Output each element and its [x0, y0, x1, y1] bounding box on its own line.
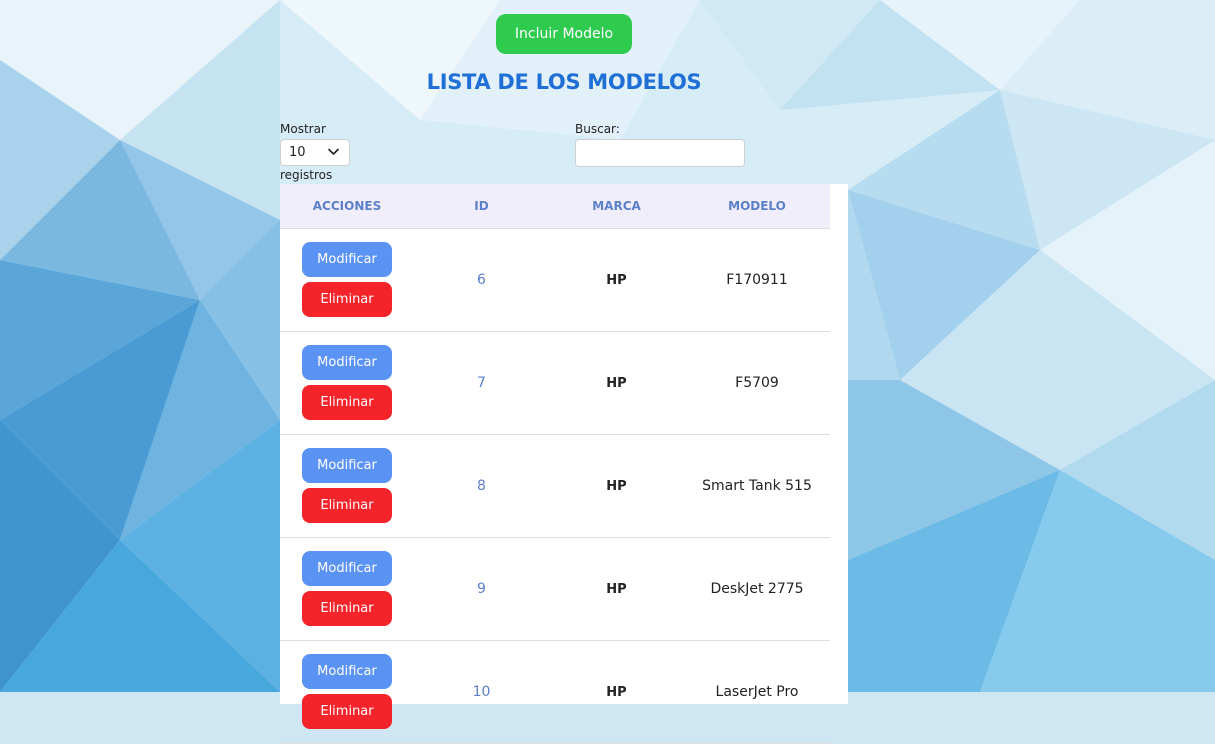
modify-button[interactable]: Modificar	[302, 448, 392, 483]
modify-button[interactable]: Modificar	[302, 345, 392, 380]
modify-button[interactable]: Modificar	[302, 654, 392, 689]
table-body: Modificar Eliminar 6 HP F170911 Modifica…	[280, 229, 830, 744]
delete-button[interactable]: Eliminar	[302, 694, 392, 729]
table-row: Modificar Eliminar 8 HP Smart Tank 515	[280, 435, 830, 538]
delete-button[interactable]: Eliminar	[302, 488, 392, 523]
column-header-id[interactable]: ID	[414, 184, 549, 229]
models-table: ACCIONES ID MARCA MODELO Modificar Elimi…	[280, 184, 848, 744]
entries-per-page-value: 10	[289, 145, 306, 160]
cell-id: 7	[477, 375, 486, 391]
table-row: Modificar Eliminar 10 HP LaserJet Pro	[280, 641, 830, 744]
table-header: ACCIONES ID MARCA MODELO	[280, 184, 830, 229]
show-entries-suffix: registros	[280, 168, 333, 182]
delete-button[interactable]: Eliminar	[302, 591, 392, 626]
show-entries-label: Mostrar	[280, 122, 326, 136]
cell-marca: HP	[606, 375, 627, 391]
column-header-acciones[interactable]: ACCIONES	[280, 184, 414, 229]
modify-button[interactable]: Modificar	[302, 551, 392, 586]
cell-modelo: F5709	[735, 375, 779, 391]
cell-modelo: DeskJet 2775	[710, 581, 804, 597]
search-input[interactable]	[575, 139, 745, 167]
table-row: Modificar Eliminar 9 HP DeskJet 2775	[280, 538, 830, 641]
add-model-button[interactable]: Incluir Modelo	[496, 14, 632, 54]
table-row: Modificar Eliminar 7 HP F5709	[280, 332, 830, 435]
cell-modelo: Smart Tank 515	[702, 478, 812, 494]
cell-id: 9	[477, 581, 486, 597]
cell-id: 8	[477, 478, 486, 494]
modify-button[interactable]: Modificar	[302, 242, 392, 277]
cell-modelo: LaserJet Pro	[715, 684, 799, 700]
entries-per-page-select[interactable]: 10	[280, 139, 350, 166]
cell-marca: HP	[606, 478, 627, 494]
search-label: Buscar:	[575, 122, 620, 136]
column-header-modelo[interactable]: MODELO	[684, 184, 830, 229]
main-content: Incluir Modelo LISTA DE LOS MODELOS Most…	[0, 0, 1215, 744]
chevron-down-icon	[328, 148, 339, 155]
cell-marca: HP	[606, 272, 627, 288]
column-header-marca[interactable]: MARCA	[549, 184, 684, 229]
cell-id: 6	[477, 272, 486, 288]
cell-modelo: F170911	[726, 272, 788, 288]
cell-marca: HP	[606, 581, 627, 597]
delete-button[interactable]: Eliminar	[302, 385, 392, 420]
page-title: LISTA DE LOS MODELOS	[426, 70, 702, 94]
cell-marca: HP	[606, 684, 627, 700]
delete-button[interactable]: Eliminar	[302, 282, 392, 317]
cell-id: 10	[472, 684, 491, 700]
table-row: Modificar Eliminar 6 HP F170911	[280, 229, 830, 332]
